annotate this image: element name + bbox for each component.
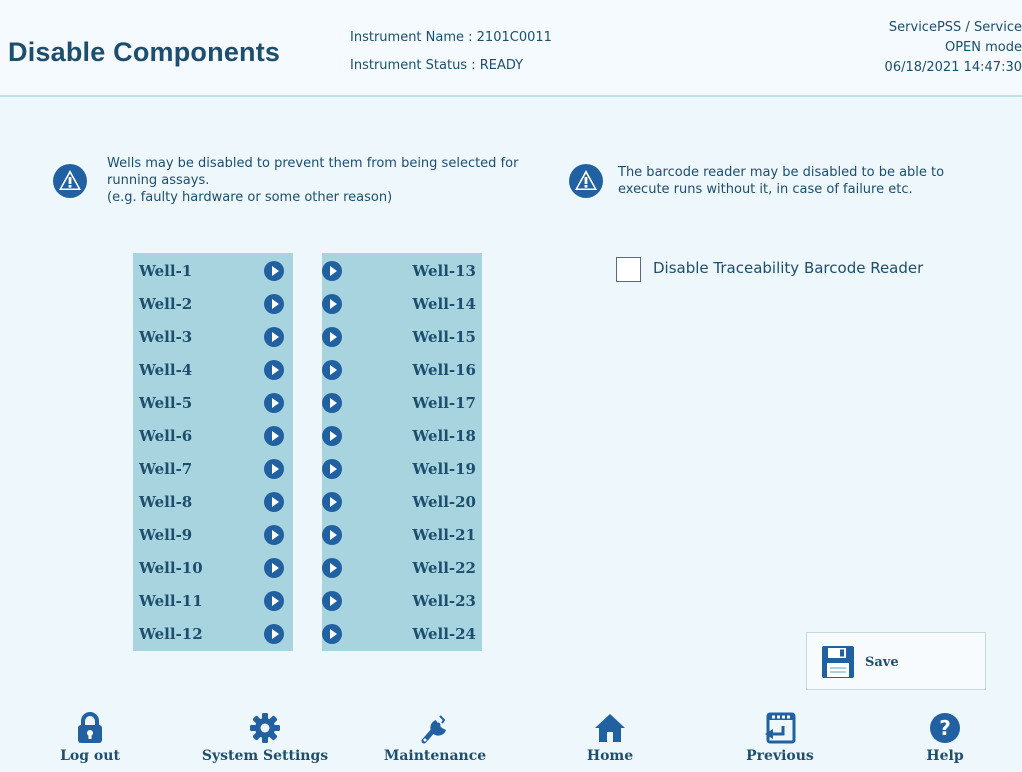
play-icon[interactable] (264, 558, 284, 578)
well-item[interactable]: Well-5 (133, 388, 293, 418)
disable-barcode-checkbox[interactable] (616, 257, 641, 282)
well-item[interactable]: Well-1 (133, 256, 293, 286)
play-icon[interactable] (264, 459, 284, 479)
nav-previous[interactable]: Previous (730, 712, 830, 772)
header-bar: Disable Components Instrument Name : 210… (0, 0, 1022, 97)
user-info: ServicePSS / Service OPEN mode 06/18/202… (822, 18, 1022, 78)
play-icon[interactable] (264, 393, 284, 413)
well-item[interactable]: Well-14 (322, 289, 482, 319)
save-button[interactable]: Save (806, 632, 986, 690)
well-item[interactable]: Well-19 (322, 454, 482, 484)
well-item[interactable]: Well-3 (133, 322, 293, 352)
play-icon[interactable] (322, 261, 342, 281)
well-item[interactable]: Well-11 (133, 586, 293, 616)
disable-barcode-label[interactable]: Disable Traceability Barcode Reader (653, 259, 923, 277)
well-item[interactable]: Well-2 (133, 289, 293, 319)
user-name: ServicePSS / Service (888, 20, 1022, 35)
datetime: 06/18/2021 14:47:30 (884, 60, 1022, 75)
play-icon[interactable] (264, 261, 284, 281)
well-item[interactable]: Well-13 (322, 256, 482, 286)
play-icon[interactable] (322, 624, 342, 644)
well-item[interactable]: Well-18 (322, 421, 482, 451)
play-icon[interactable] (322, 459, 342, 479)
play-icon[interactable] (264, 327, 284, 347)
play-icon[interactable] (264, 624, 284, 644)
play-icon[interactable] (264, 426, 284, 446)
instrument-name: Instrument Name : 2101C0011 (350, 30, 552, 45)
well-item[interactable]: Well-17 (322, 388, 482, 418)
well-item[interactable]: Well-21 (322, 520, 482, 550)
nav-system-settings[interactable]: System Settings (190, 712, 340, 772)
nav-maintenance[interactable]: Maintenance (375, 712, 495, 772)
play-icon[interactable] (322, 393, 342, 413)
well-item[interactable]: Well-12 (133, 619, 293, 649)
well-item[interactable]: Well-20 (322, 487, 482, 517)
help-icon: ? (930, 713, 960, 743)
play-icon[interactable] (322, 360, 342, 380)
barcode-info-text: The barcode reader may be disabled to be… (618, 165, 945, 197)
instrument-status: Instrument Status : READY (350, 58, 524, 73)
well-item[interactable]: Well-6 (133, 421, 293, 451)
nav-logout[interactable]: Log out (60, 712, 120, 772)
well-item[interactable]: Well-16 (322, 355, 482, 385)
play-icon[interactable] (264, 294, 284, 314)
play-icon[interactable] (264, 591, 284, 611)
lock-icon (78, 712, 102, 743)
play-icon[interactable] (264, 492, 284, 512)
play-icon[interactable] (264, 525, 284, 545)
wells-info-text: Wells may be disabled to prevent them fr… (107, 156, 519, 205)
wrench-icon (421, 715, 446, 744)
well-item[interactable]: Well-15 (322, 322, 482, 352)
play-icon[interactable] (322, 558, 342, 578)
well-item[interactable]: Well-22 (322, 553, 482, 583)
mode-label: OPEN mode (944, 40, 1022, 55)
well-item[interactable]: Well-10 (133, 553, 293, 583)
warning-icon (569, 164, 603, 198)
wells-column-right: Well-13 Well-14 Well-15 Well-16 Well-17 … (322, 253, 482, 651)
play-icon[interactable] (322, 327, 342, 347)
well-item[interactable]: Well-8 (133, 487, 293, 517)
well-item[interactable]: Well-23 (322, 586, 482, 616)
play-icon[interactable] (264, 360, 284, 380)
warning-icon (53, 164, 87, 198)
play-icon[interactable] (322, 294, 342, 314)
floppy-disk-icon (822, 646, 854, 678)
play-icon[interactable] (322, 591, 342, 611)
nav-help[interactable]: ? Help (915, 712, 975, 772)
previous-icon (765, 712, 796, 744)
gear-icon (250, 713, 280, 743)
nav-home[interactable]: Home (575, 712, 645, 772)
well-item[interactable]: Well-9 (133, 520, 293, 550)
well-item[interactable]: Well-24 (322, 619, 482, 649)
page-title: Disable Components (8, 37, 281, 67)
well-item[interactable]: Well-7 (133, 454, 293, 484)
svg-text:?: ? (939, 716, 951, 740)
home-icon (595, 714, 625, 742)
play-icon[interactable] (322, 492, 342, 512)
well-item[interactable]: Well-4 (133, 355, 293, 385)
play-icon[interactable] (322, 525, 342, 545)
play-icon[interactable] (322, 426, 342, 446)
wells-column-left: Well-1 Well-2 Well-3 Well-4 Well-5 Well-… (133, 253, 293, 651)
